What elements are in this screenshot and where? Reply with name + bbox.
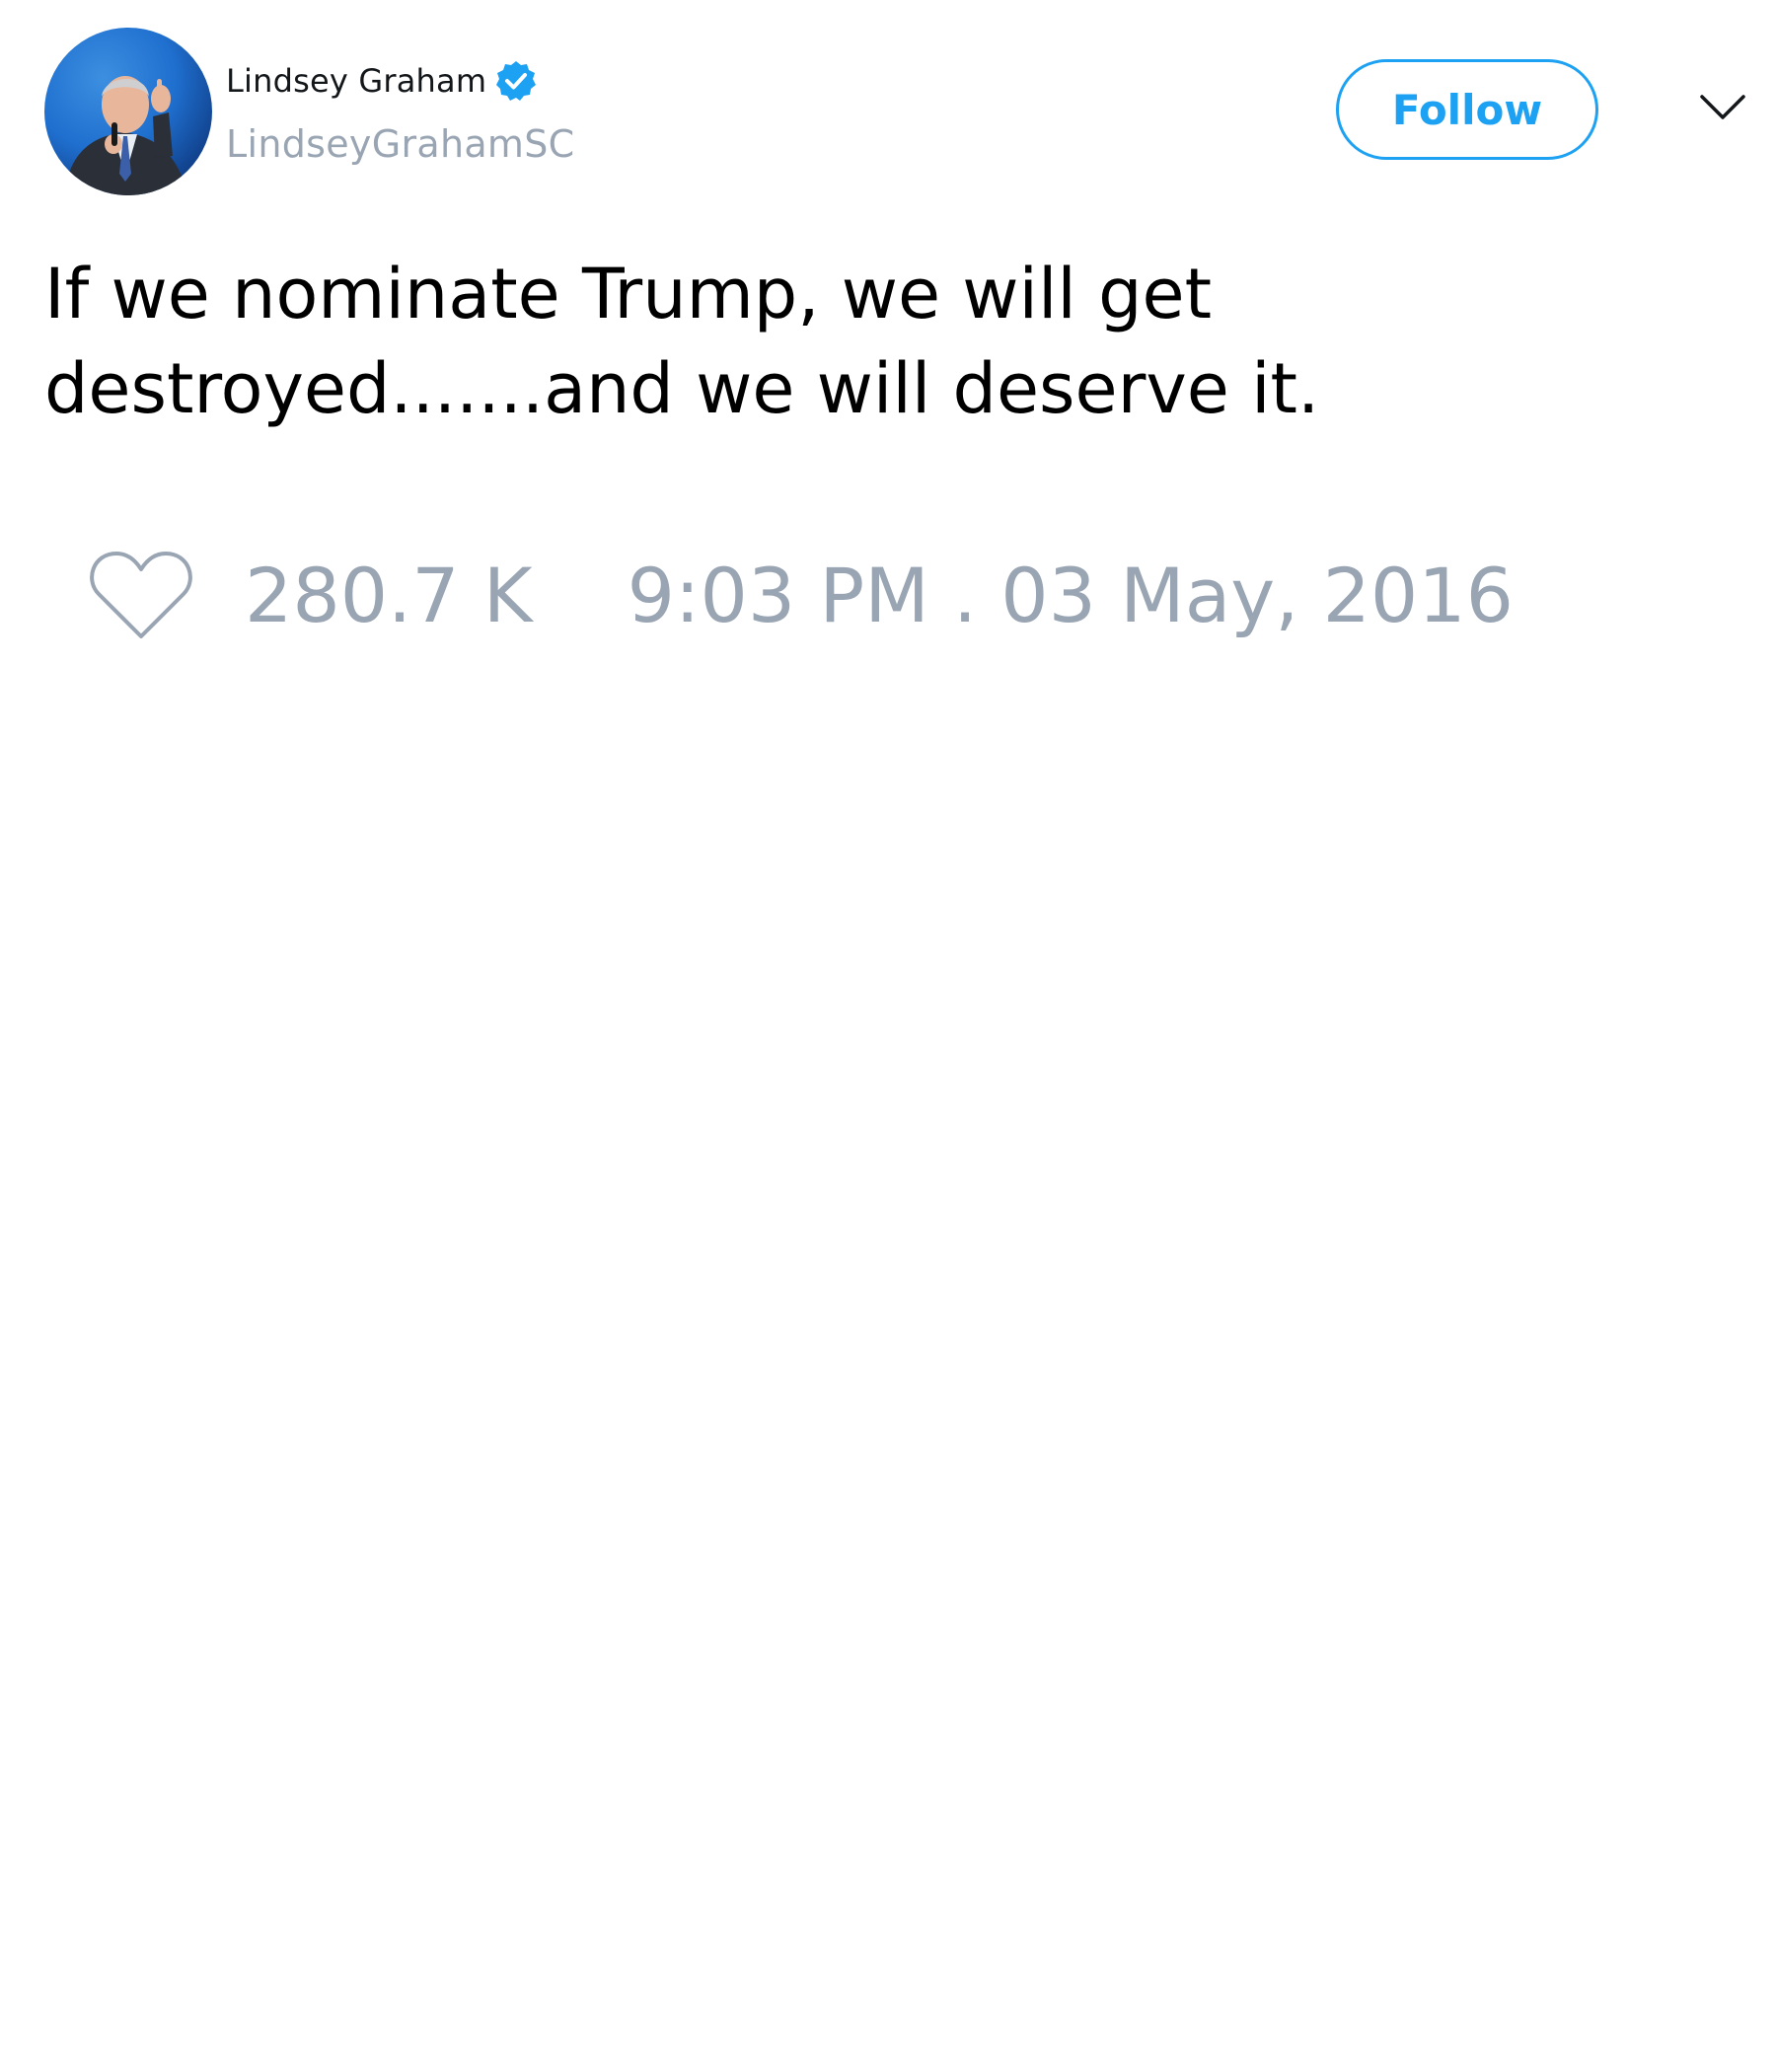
username[interactable]: LindseyGrahamSC [226,122,575,166]
tweet-footer: 280.7 K 9:03 PM . 03 May, 2016 [89,541,1514,649]
follow-button[interactable]: Follow [1336,59,1598,160]
timestamp[interactable]: 9:03 PM . 03 May, 2016 [628,552,1514,639]
heart-icon[interactable] [89,548,193,642]
tweet-card: Lindsey Graham LindseyGrahamSC Follow If… [0,0,1776,2072]
avatar[interactable] [44,28,212,195]
display-name[interactable]: Lindsey Graham [226,62,486,100]
verified-badge-icon [496,61,537,101]
author-name-row: Lindsey Graham [226,59,538,103]
tweet-text: If we nominate Trump, we will get destro… [44,254,1320,429]
chevron-down-icon[interactable] [1699,93,1746,122]
like-count: 280.7 K [245,551,533,639]
profile-photo [64,76,187,195]
